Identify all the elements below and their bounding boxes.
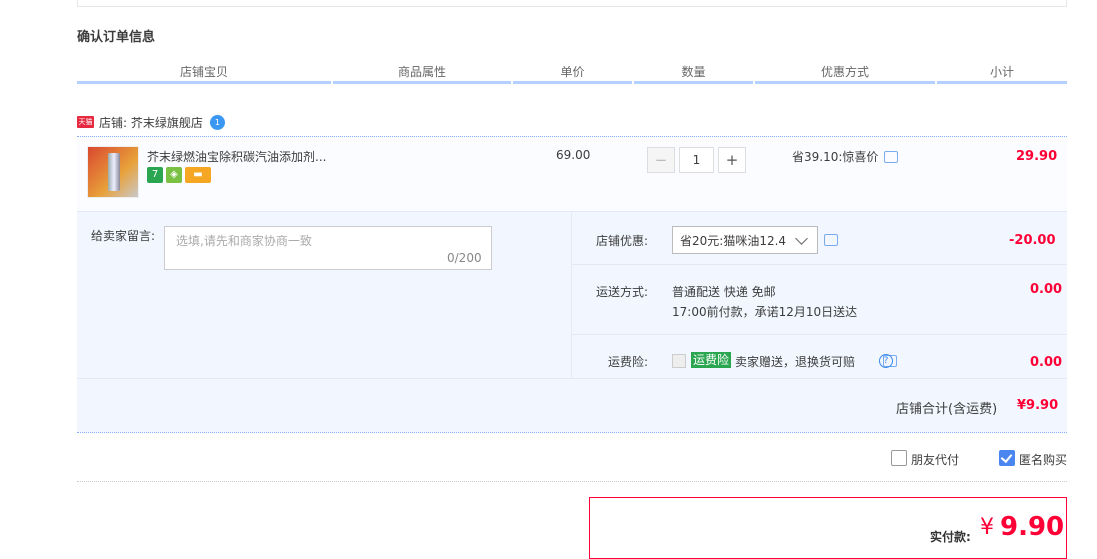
- column-header-item: 店铺宝贝: [77, 63, 331, 84]
- insurance-text: 卖家赠送，退换货可赔: [735, 355, 856, 369]
- unit-price: 69.00: [556, 148, 591, 162]
- shop-total-value: ¥9.90: [1017, 398, 1059, 413]
- chat-bubble-icon[interactable]: 1: [209, 114, 225, 130]
- column-header-subtotal: 小计: [937, 63, 1067, 84]
- increase-quantity-button[interactable]: +: [718, 147, 746, 173]
- divider: [571, 264, 1067, 265]
- decrease-quantity-button[interactable]: −: [647, 147, 675, 173]
- memo-label: 给卖家留言:: [91, 229, 156, 243]
- shipping-promise: 17:00前付款，承诺12月10日送达: [672, 305, 858, 319]
- comment-icon[interactable]: [824, 234, 838, 246]
- payment-summary-box: [589, 497, 1067, 559]
- item-subtotal: 29.90: [1016, 149, 1058, 164]
- column-header-unit-price: 单价: [513, 63, 632, 84]
- divider: [77, 432, 1067, 433]
- memo-placeholder: 选填,请先和商家协商一致: [176, 234, 312, 248]
- shop-discount-selected: 省20元:猫咪油12.4: [680, 234, 787, 248]
- product-thumbnail[interactable]: [87, 146, 139, 198]
- credit-card-icon[interactable]: ▬: [185, 167, 211, 183]
- table-header: 店铺宝贝 商品属性 单价 数量 优惠方式 小计: [77, 63, 1067, 85]
- payment-label: 实付款:: [930, 530, 971, 544]
- memo-char-count: 0/200: [447, 251, 482, 265]
- divider: [77, 481, 1067, 482]
- shipping-label: 运送方式:: [596, 285, 649, 299]
- product-name-link[interactable]: 芥末绿燃油宝除积碳汽油添加剂...: [147, 148, 326, 165]
- checkmark-icon: [1000, 450, 1013, 464]
- anonymous-purchase-label[interactable]: 匿名购买: [1019, 451, 1067, 468]
- shipping-info: 普通配送 快递 免邮 17:00前付款，承诺12月10日送达: [672, 282, 857, 322]
- friend-pay-label[interactable]: 朋友代付: [911, 451, 959, 468]
- anonymous-purchase-checkbox[interactable]: [999, 450, 1015, 466]
- divider: [77, 378, 1067, 379]
- shop-discount-value: -20.00: [1009, 233, 1056, 248]
- comment-icon[interactable]: [884, 150, 899, 163]
- column-header-attributes: 商品属性: [333, 63, 511, 84]
- shop-discount-label: 店铺优惠:: [596, 234, 649, 248]
- insurance-value: 0.00: [1030, 355, 1063, 370]
- payment-amount: 9.90: [1000, 512, 1065, 542]
- seven-day-return-icon[interactable]: 7: [147, 167, 163, 183]
- authentic-guarantee-icon[interactable]: ◈: [166, 167, 182, 183]
- discount-info: 省39.10:惊喜价: [792, 148, 899, 165]
- insurance-label: 运费险:: [608, 355, 649, 369]
- help-icon[interactable]: ?: [879, 354, 893, 368]
- shipping-method: 普通配送 快递 免邮: [672, 285, 776, 299]
- service-icons: 7 ◈ ▬: [147, 167, 211, 183]
- section-title: 确认订单信息: [77, 30, 156, 45]
- currency-symbol: ¥: [980, 515, 994, 540]
- top-container-edge: [77, 0, 1067, 7]
- shop-row: 天猫 店铺: 芥末绿旗舰店 1: [77, 114, 225, 130]
- column-header-quantity: 数量: [634, 63, 753, 84]
- tmall-badge: 天猫: [77, 116, 94, 128]
- quantity-input[interactable]: 1: [679, 147, 714, 173]
- shipping-value: 0.00: [1030, 282, 1063, 297]
- divider: [571, 212, 572, 378]
- insurance-tag: 运费险: [691, 352, 732, 368]
- column-header-discount: 优惠方式: [755, 63, 935, 84]
- shop-total-label: 店铺合计(含运费): [896, 402, 998, 417]
- shop-name-link[interactable]: 店铺: 芥末绿旗舰店: [99, 114, 203, 131]
- quantity-stepper: − 1 +: [647, 147, 746, 173]
- insurance-checkbox: [672, 354, 686, 368]
- discount-text: 省39.10:惊喜价: [792, 150, 879, 164]
- friend-pay-checkbox[interactable]: [891, 450, 907, 466]
- divider: [571, 334, 1067, 335]
